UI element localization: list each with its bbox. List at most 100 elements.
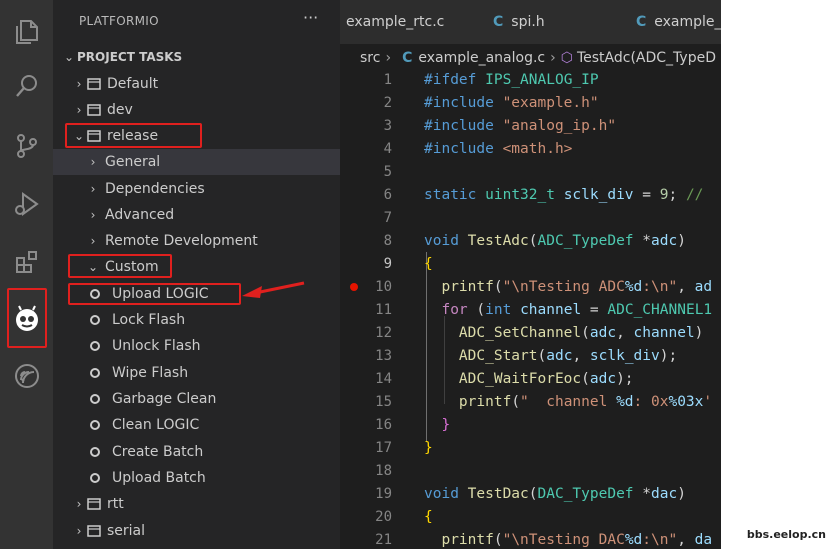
run-debug-icon[interactable] (0, 180, 53, 228)
espressif-icon[interactable] (0, 352, 53, 400)
watermark: bbs.eelop.cn (746, 528, 826, 541)
tree-env-default[interactable]: › Default (53, 71, 340, 97)
breadcrumb-folder[interactable]: src (360, 50, 380, 66)
line-number: 15 (375, 394, 392, 410)
code-line[interactable]: void TestDac(DAC_TypeDef *dac) (424, 486, 686, 502)
task-upload-batch[interactable]: Upload Batch (53, 465, 340, 491)
line-number: 18 (375, 463, 392, 479)
line-number: 21 (375, 532, 392, 548)
code-line[interactable]: printf("\nTesting DAC%d:\n", da (424, 532, 712, 548)
tree-label: Advanced (105, 207, 175, 223)
chevron-right-icon: › (90, 208, 96, 222)
line-number: 4 (383, 141, 392, 157)
line-number: 8 (383, 233, 392, 249)
code-line[interactable]: static uint32_t sclk_div = 9; // (424, 187, 703, 203)
platformio-highlight-box (7, 288, 47, 348)
tab-spi-h[interactable]: C spi.h (471, 0, 633, 44)
task-unlock-flash[interactable]: Unlock Flash (53, 333, 340, 359)
files-icon[interactable] (0, 8, 53, 56)
line-number: 1 (383, 72, 392, 88)
task-dot-icon (90, 473, 100, 483)
more-actions-icon[interactable]: ··· (303, 8, 318, 27)
tab-label: example_rtc.c (346, 14, 445, 30)
tree-label: Wipe Flash (112, 365, 189, 381)
task-garbage-clean[interactable]: Garbage Clean (53, 386, 340, 412)
chevron-right-icon: › (76, 524, 82, 538)
release-highlight-box (65, 123, 202, 148)
code-line[interactable]: ADC_WaitForEoc(adc); (424, 371, 634, 387)
breadcrumb-file[interactable]: example_analog.c (418, 50, 545, 66)
chevron-right-icon: › (385, 50, 392, 66)
tree-label: dev (107, 102, 133, 118)
chevron-right-icon: › (76, 77, 82, 91)
line-number: 3 (383, 118, 392, 134)
tree-label: General (105, 154, 161, 170)
code-line[interactable]: ADC_Start(adc, sclk_div); (424, 348, 677, 364)
function-symbol-icon: ⬡ (560, 50, 573, 66)
code-line[interactable]: for (int channel = ADC_CHANNEL1 (424, 302, 712, 318)
code-line[interactable]: #ifdef IPS_ANALOG_IP (424, 72, 599, 88)
search-icon[interactable] (0, 62, 53, 110)
c-file-icon: C (493, 14, 504, 30)
line-number: 6 (383, 187, 392, 203)
tree-label: Dependencies (105, 181, 205, 197)
code-line[interactable]: #include "analog_ip.h" (424, 118, 616, 134)
tree-label: Lock Flash (112, 312, 186, 328)
breadcrumb-symbol[interactable]: TestAdc(ADC_TypeD (577, 50, 716, 66)
task-wipe-flash[interactable]: Wipe Flash (53, 360, 340, 386)
tree-remote-development[interactable]: › Remote Development (53, 228, 340, 254)
tree-label: Create Batch (112, 444, 204, 460)
chevron-right-icon: › (90, 182, 96, 196)
tree-label: Upload Batch (112, 470, 206, 486)
code-line[interactable]: #include "example.h" (424, 95, 599, 111)
tree-env-serial[interactable]: › serial (53, 518, 340, 544)
tree-label: serial (107, 523, 146, 539)
tree-env-dev[interactable]: › dev (53, 97, 340, 123)
task-lock-flash[interactable]: Lock Flash (53, 307, 340, 333)
code-line[interactable]: ADC_SetChannel(adc, channel) (424, 325, 703, 341)
tree-label: rtt (107, 496, 124, 512)
tree-env-rtt[interactable]: › rtt (53, 491, 340, 517)
activity-bar (0, 0, 53, 549)
tree-label: Unlock Flash (112, 338, 201, 354)
task-dot-icon (90, 420, 100, 430)
tab-label: example_ (654, 14, 721, 30)
upload-logic-highlight-box (68, 283, 241, 305)
task-dot-icon (90, 368, 100, 378)
chevron-right-icon: › (90, 155, 96, 169)
code-line[interactable]: } (424, 417, 450, 433)
annotation-arrow-icon (242, 281, 305, 298)
task-dot-icon (90, 394, 100, 404)
chevron-down-icon: ⌄ (63, 50, 75, 64)
tab-example-rtc[interactable]: example_rtc.c (340, 0, 476, 44)
tree-dependencies[interactable]: › Dependencies (53, 176, 340, 202)
c-file-icon: C (402, 50, 413, 66)
code-line[interactable]: { (424, 256, 433, 272)
task-clean-logic[interactable]: Clean LOGIC (53, 412, 340, 438)
extensions-icon[interactable] (0, 238, 53, 286)
task-dot-icon (90, 447, 100, 457)
code-line[interactable]: { (424, 509, 433, 525)
section-project-tasks[interactable]: ⌄ PROJECT TASKS (53, 44, 340, 70)
tree-label: Garbage Clean (112, 391, 217, 407)
line-number: 7 (383, 210, 392, 226)
chevron-right-icon: › (550, 50, 556, 66)
chevron-right-icon: › (90, 234, 96, 248)
tree-general[interactable]: › General (53, 149, 340, 175)
code-line[interactable]: } (424, 440, 433, 456)
task-create-batch[interactable]: Create Batch (53, 439, 340, 465)
line-number: 2 (383, 95, 392, 111)
folder-icon (87, 498, 101, 510)
tree-advanced[interactable]: › Advanced (53, 202, 340, 228)
tab-example-partial[interactable]: C example_ (612, 0, 721, 44)
code-line[interactable]: #include <math.h> (424, 141, 572, 157)
tree-label: Clean LOGIC (112, 417, 200, 433)
code-line[interactable]: printf("\nTesting ADC%d:\n", ad (424, 279, 712, 295)
code-line[interactable]: void TestAdc(ADC_TypeDef *adc) (424, 233, 686, 249)
code-line[interactable]: printf(" channel %d: 0x%03x' (424, 394, 712, 410)
source-control-icon[interactable] (0, 122, 53, 170)
tree-label: Default (107, 76, 159, 92)
line-number: 14 (375, 371, 392, 387)
tree-label: Remote Development (105, 233, 258, 249)
line-number: 10 (375, 279, 392, 295)
